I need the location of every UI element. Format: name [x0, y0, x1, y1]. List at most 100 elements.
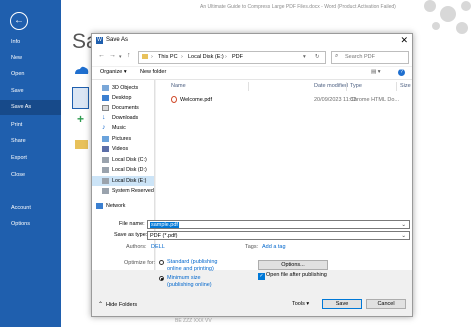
- breadcrumb-this-pc[interactable]: This PC: [158, 54, 178, 60]
- add-place-icon[interactable]: +: [77, 112, 84, 126]
- save-type-label: Save as type:: [114, 232, 148, 238]
- dialog-titlebar[interactable]: W Save As ✕: [92, 34, 412, 48]
- file-name-input[interactable]: sample.pdf ⌄: [147, 220, 410, 229]
- download-icon: ↓: [102, 113, 106, 121]
- pictures-icon: [102, 135, 109, 142]
- option-minimum-label[interactable]: Minimum size (publishing online): [167, 275, 212, 289]
- sidebar-item-options[interactable]: Options: [0, 217, 61, 232]
- radio-minimum-size[interactable]: [159, 276, 164, 281]
- breadcrumb-pdf[interactable]: PDF: [232, 54, 243, 60]
- save-button[interactable]: Save: [322, 299, 362, 309]
- drive-icon: [102, 187, 109, 194]
- chevron-down-icon[interactable]: ⌄: [401, 221, 406, 230]
- column-header-date[interactable]: Date modified: [314, 83, 348, 89]
- hide-folders-button[interactable]: Hide Folders: [106, 302, 137, 308]
- browse-folder-icon[interactable]: [75, 140, 88, 149]
- network-icon: [96, 202, 103, 209]
- search-icon: ⌕: [335, 53, 339, 59]
- document-icon: [102, 104, 109, 111]
- sidebar-item-save-as[interactable]: Save As: [0, 100, 61, 115]
- add-tag-link[interactable]: Add a tag: [262, 244, 286, 250]
- cancel-button[interactable]: Cancel: [366, 299, 406, 309]
- back-icon[interactable]: ←: [98, 52, 105, 59]
- save-as-dialog: W Save As ✕ ← → ▾ ↑ › This PC › Local Di…: [91, 33, 413, 317]
- save-type-value: PDF (*.pdf): [150, 233, 178, 239]
- authors-value[interactable]: DELL: [151, 244, 165, 250]
- refresh-icon[interactable]: ↻: [315, 54, 320, 60]
- sidebar-item-save[interactable]: Save: [0, 84, 61, 99]
- open-after-checkbox[interactable]: ✓: [258, 273, 265, 280]
- sidebar-item-info[interactable]: Info: [0, 35, 61, 50]
- window-title: An Ultimate Guide to Compress Large PDF …: [200, 4, 396, 10]
- optimize-label: Optimize for:: [124, 260, 156, 266]
- videos-icon: [102, 145, 109, 152]
- sidebar-item-new[interactable]: New: [0, 51, 61, 66]
- music-icon: ♪: [102, 123, 106, 131]
- view-options-icon[interactable]: ▤ ▾: [371, 69, 381, 75]
- nav-item-pictures[interactable]: Pictures: [92, 134, 154, 144]
- breadcrumb-local-disk-e[interactable]: Local Disk (E:): [188, 54, 224, 60]
- nav-item-system-reserved[interactable]: System Reserved: [92, 186, 154, 196]
- options-button[interactable]: Options...: [258, 260, 328, 270]
- address-bar[interactable]: › This PC › Local Disk (E:) › PDF ▾ ↻: [138, 51, 326, 64]
- chevron-up-icon[interactable]: ⌃: [98, 301, 103, 308]
- drive-icon: [102, 156, 109, 163]
- nav-item-local-disk-c[interactable]: Local Disk (C:): [92, 155, 154, 165]
- decorative-pattern: [424, 0, 471, 34]
- drive-icon: [102, 177, 109, 184]
- word-app-icon: W: [96, 37, 103, 44]
- tags-label: Tags:: [245, 244, 259, 250]
- sidebar-item-export[interactable]: Export: [0, 151, 61, 166]
- nav-item-videos[interactable]: Videos: [92, 144, 154, 154]
- this-pc-icon[interactable]: [72, 87, 89, 109]
- sidebar-item-share[interactable]: Share: [0, 134, 61, 149]
- close-icon[interactable]: ✕: [400, 35, 408, 46]
- folder-icon: [142, 54, 148, 59]
- dialog-footer: ⌃ Hide Folders Tools ▾ Save Cancel: [92, 296, 412, 316]
- chrome-pdf-icon: [171, 96, 177, 103]
- forward-icon[interactable]: →: [109, 52, 116, 59]
- file-list: Name Date modified Type Size Welcome.pdf…: [156, 80, 412, 270]
- radio-standard[interactable]: [159, 260, 164, 265]
- column-header-size[interactable]: Size: [400, 83, 411, 89]
- organize-menu[interactable]: Organize ▾: [100, 69, 127, 75]
- sidebar-item-close[interactable]: Close: [0, 168, 61, 183]
- sidebar-item-open[interactable]: Open: [0, 67, 61, 82]
- search-placeholder: Search PDF: [345, 54, 375, 60]
- column-header-type[interactable]: Type: [350, 83, 362, 89]
- search-input[interactable]: ⌕ Search PDF: [331, 51, 409, 64]
- chevron-down-icon[interactable]: ⌄: [401, 232, 406, 241]
- sidebar-item-account[interactable]: Account: [0, 201, 61, 216]
- file-name-value: sample.pdf: [150, 222, 179, 228]
- recent-locations-icon[interactable]: ▾: [119, 54, 122, 60]
- sidebar-item-print[interactable]: Print: [0, 118, 61, 133]
- nav-item-desktop[interactable]: Desktop: [92, 93, 154, 103]
- cube-icon: [102, 84, 109, 91]
- dropdown-icon[interactable]: ▾: [303, 54, 306, 60]
- new-folder-button[interactable]: New folder: [140, 69, 166, 75]
- help-icon[interactable]: ?: [398, 69, 405, 76]
- nav-item-local-disk-d[interactable]: Local Disk (D:): [92, 165, 154, 175]
- file-name[interactable]: Welcome.pdf: [180, 97, 212, 103]
- nav-item-3d-objects[interactable]: 3D Objects: [92, 83, 154, 93]
- column-header-name[interactable]: Name: [171, 83, 186, 89]
- tools-menu[interactable]: Tools ▾: [292, 301, 309, 307]
- nav-item-music[interactable]: ♪ Music: [92, 123, 154, 133]
- desktop-icon: [102, 94, 109, 101]
- dialog-title: Save As: [106, 37, 129, 43]
- backstage-sidebar: ← Info New Open Save Save As Print Share…: [0, 0, 61, 327]
- option-standard-label[interactable]: Standard (publishing online and printing): [167, 259, 217, 273]
- up-icon[interactable]: ↑: [127, 52, 131, 59]
- authors-label: Authors:: [126, 244, 147, 250]
- nav-item-documents[interactable]: Documents: [92, 103, 154, 113]
- nav-item-local-disk-e[interactable]: Local Disk (E:): [92, 176, 154, 186]
- file-type: Chrome HTML Do...: [350, 97, 400, 103]
- save-type-select[interactable]: PDF (*.pdf) ⌄: [147, 231, 410, 240]
- nav-item-network[interactable]: Network: [92, 201, 154, 211]
- navigation-pane: 3D Objects Desktop Documents ↓ Downloads …: [92, 80, 155, 270]
- back-arrow-icon[interactable]: ←: [10, 12, 28, 30]
- open-after-label[interactable]: Open file after publishing: [266, 272, 327, 278]
- onedrive-icon[interactable]: [73, 64, 89, 76]
- nav-item-downloads[interactable]: ↓ Downloads: [92, 113, 154, 123]
- file-name-label: File name:: [119, 221, 145, 227]
